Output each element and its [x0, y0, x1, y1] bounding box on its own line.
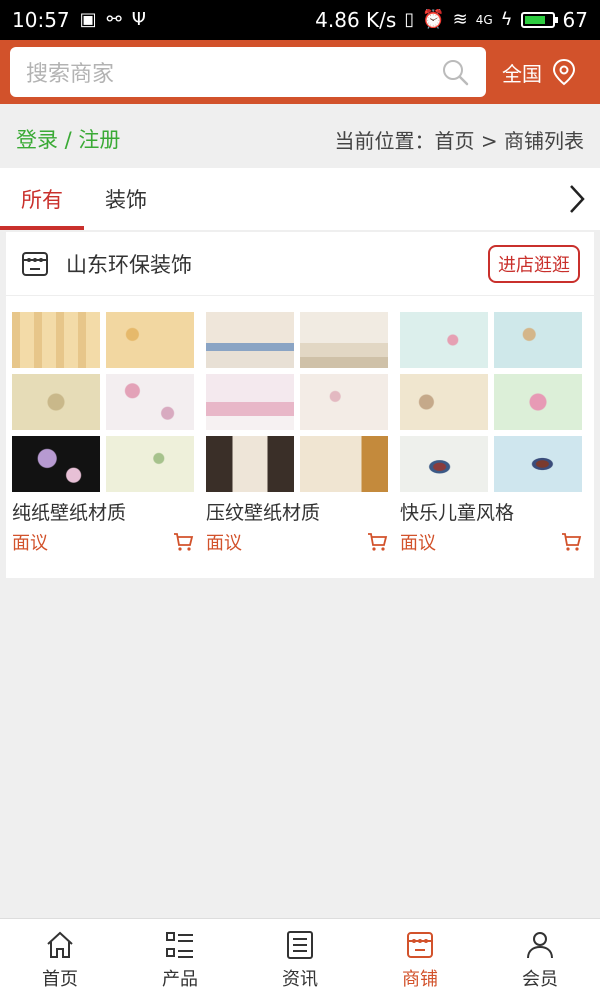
region-selector[interactable]: 全国 — [502, 57, 578, 87]
header: 搜索商家 全国 — [0, 40, 600, 104]
wallpaper-swatch — [106, 436, 194, 492]
wallpaper-swatch — [494, 374, 582, 430]
wallpaper-swatch — [12, 312, 100, 368]
search-placeholder: 搜索商家 — [26, 62, 115, 87]
wallpaper-swatch — [12, 374, 100, 430]
wifi-icon: ≋ — [452, 9, 468, 30]
home-icon — [47, 931, 73, 958]
vibrate-icon: ▯ — [404, 9, 415, 30]
nav-products[interactable]: 产品 — [120, 919, 240, 1000]
product-name: 压纹壁纸材质 — [206, 502, 321, 524]
cart-icon[interactable] — [172, 531, 194, 553]
nav-label: 产品 — [162, 968, 198, 990]
tab-all[interactable]: 所有 — [0, 168, 84, 230]
room-photo — [300, 312, 388, 368]
visit-shop-button[interactable]: 进店逛逛 — [488, 244, 580, 283]
search-icon[interactable] — [440, 57, 470, 87]
tab-decoration[interactable]: 装饰 — [84, 168, 168, 230]
wallpaper-swatch — [106, 312, 194, 368]
wallpaper-swatch — [12, 436, 100, 492]
nav-label: 首页 — [42, 968, 78, 990]
product-list: 纯纸壁纸材质 面议 压纹壁纸材质 面议 快乐儿童风格 面议 — [12, 312, 588, 555]
product-card[interactable]: 纯纸壁纸材质 面议 — [12, 312, 194, 555]
bottom-nav: 首页 产品 资讯 商铺 会员 — [0, 918, 600, 1000]
cart-icon[interactable] — [366, 531, 388, 553]
share-icon: ⚯ — [106, 9, 122, 30]
nav-label: 商铺 — [402, 968, 438, 990]
region-label: 全国 — [502, 61, 542, 86]
nav-home[interactable]: 首页 — [0, 919, 120, 1000]
wallpaper-swatch — [106, 374, 194, 430]
breadcrumb: 登录 / 注册 当前位置：首页 > 商铺列表 — [0, 104, 600, 174]
news-icon — [287, 930, 313, 959]
status-speed: 4.86 K/s — [315, 8, 397, 32]
nav-shops[interactable]: 商铺 — [360, 919, 480, 1000]
usb-icon: Ψ — [131, 9, 146, 30]
shop-icon — [407, 931, 433, 958]
product-card[interactable]: 压纹壁纸材质 面议 — [206, 312, 388, 555]
wallpaper-swatch — [494, 436, 582, 492]
product-card[interactable]: 快乐儿童风格 面议 — [400, 312, 582, 555]
alarm-icon: ⏰ — [422, 9, 445, 30]
search-input[interactable]: 搜索商家 — [10, 47, 486, 97]
wallpaper-swatch — [400, 436, 488, 492]
product-name: 快乐儿童风格 — [400, 502, 515, 524]
status-bar: 10:57 ▣ ⚯ Ψ 4.86 K/s ▯ ⏰ ≋ 4G ϟ 67 — [0, 0, 600, 40]
battery-icon — [520, 12, 558, 28]
product-image[interactable] — [206, 312, 388, 492]
gallery-icon: ▣ — [79, 9, 97, 30]
wallpaper-swatch — [494, 312, 582, 368]
wallpaper-swatch — [400, 374, 488, 430]
shop-name[interactable]: 山东环保装饰 — [66, 249, 192, 279]
room-photo — [206, 374, 294, 430]
room-photo — [300, 374, 388, 430]
shop-card: 山东环保装饰 进店逛逛 纯纸壁纸材质 面议 压纹壁纸材质 面议 快乐儿童风格 面… — [6, 232, 594, 578]
user-icon — [527, 931, 553, 958]
wallpaper-swatch — [400, 312, 488, 368]
login-register-link[interactable]: 登录 / 注册 — [16, 124, 120, 154]
nav-label: 资讯 — [282, 968, 318, 990]
signal-icon: 4G — [475, 13, 493, 27]
status-time: 10:57 — [12, 8, 70, 32]
cart-icon[interactable] — [560, 531, 582, 553]
product-name: 纯纸壁纸材质 — [12, 502, 127, 524]
category-tabs: 所有 装饰 — [0, 168, 600, 230]
charging-icon: ϟ — [500, 9, 513, 30]
tabs-more-button[interactable] — [554, 168, 600, 230]
product-price: 面议 — [400, 533, 436, 554]
nav-news[interactable]: 资讯 — [240, 919, 360, 1000]
store-icon — [22, 251, 48, 276]
current-location: 当前位置：首页 > 商铺列表 — [334, 128, 584, 153]
shop-header: 山东环保装饰 进店逛逛 — [6, 232, 594, 296]
product-price: 面议 — [12, 533, 48, 554]
nav-member[interactable]: 会员 — [480, 919, 600, 1000]
nav-label: 会员 — [522, 968, 558, 990]
chevron-right-icon — [570, 185, 585, 213]
product-price: 面议 — [206, 533, 242, 554]
product-image[interactable] — [12, 312, 194, 492]
battery-level: 67 — [562, 8, 588, 32]
product-image[interactable] — [400, 312, 582, 492]
room-photo — [206, 312, 294, 368]
room-photo — [300, 436, 388, 492]
list-icon — [166, 931, 193, 958]
room-photo — [206, 436, 294, 492]
location-pin-icon — [552, 58, 576, 86]
